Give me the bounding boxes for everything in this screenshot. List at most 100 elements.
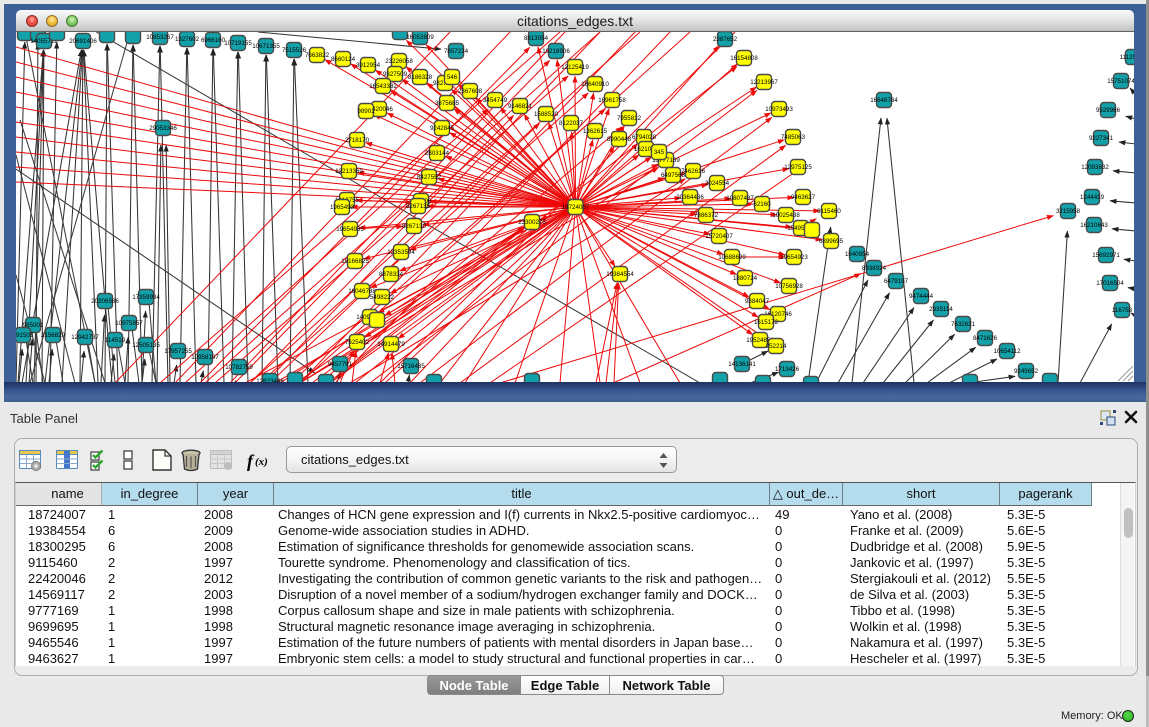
svg-text:20206586: 20206586 [91, 298, 119, 305]
svg-text:19166825: 19166825 [341, 258, 369, 265]
svg-text:8471626: 8471626 [973, 335, 998, 342]
svg-text:1244419: 1244419 [1080, 194, 1105, 201]
svg-text:16648784: 16648784 [870, 97, 898, 104]
svg-text:5498222: 5498222 [370, 294, 395, 301]
svg-text:15692971: 15692971 [1092, 252, 1120, 259]
svg-text:7886372: 7886372 [694, 212, 719, 219]
svg-text:1640954: 1640954 [845, 251, 870, 258]
svg-text:3215958: 3215958 [1056, 208, 1081, 215]
svg-text:3454749: 3454749 [483, 97, 508, 104]
svg-text:10756928: 10756928 [775, 283, 803, 290]
svg-text:8427552: 8427552 [417, 174, 442, 181]
svg-text:2718170: 2718170 [345, 137, 370, 144]
svg-text:8660124: 8660124 [331, 56, 356, 63]
svg-text:252214: 252214 [766, 343, 787, 350]
svg-text:7632621: 7632621 [951, 321, 976, 328]
svg-text:12353594: 12353594 [387, 249, 415, 256]
svg-text:9242845: 9242845 [430, 125, 455, 132]
svg-text:10782759: 10782759 [225, 364, 253, 371]
svg-text:7663822: 7663822 [305, 52, 330, 59]
svg-text:8186328: 8186328 [408, 74, 433, 81]
svg-text:11125419: 11125419 [1120, 54, 1134, 61]
svg-text:9384047: 9384047 [745, 298, 770, 305]
svg-text:10853267: 10853267 [146, 34, 174, 41]
svg-text:10807487: 10807487 [726, 195, 754, 202]
svg-text:20691406: 20691406 [69, 38, 97, 45]
svg-text:2803144: 2803144 [425, 150, 450, 157]
svg-text:1327602: 1327602 [175, 36, 200, 43]
svg-text:7625402: 7625402 [345, 339, 370, 346]
svg-text:(x): (x) [255, 456, 268, 468]
svg-text:16053809: 16053809 [406, 34, 434, 41]
svg-text:10688609: 10688609 [718, 254, 746, 261]
svg-text:3875685: 3875685 [435, 100, 460, 107]
svg-text:9529966: 9529966 [1096, 107, 1121, 114]
svg-text:546: 546 [447, 74, 458, 81]
svg-text:3912954: 3912954 [356, 62, 381, 69]
svg-text:62160: 62160 [753, 201, 771, 208]
svg-text:1713426: 1713426 [775, 366, 800, 373]
svg-text:8813054: 8813054 [524, 35, 549, 42]
svg-text:8122037: 8122037 [559, 120, 584, 127]
svg-text:19654935: 19654935 [336, 226, 364, 233]
svg-text:16961758: 16961758 [598, 97, 626, 104]
svg-text:7515526: 7515526 [282, 47, 307, 54]
svg-text:8267135: 8267135 [406, 203, 431, 210]
svg-text:23300275: 23300275 [518, 219, 546, 226]
svg-text:16543382: 16543382 [369, 83, 397, 90]
svg-text:9457791: 9457791 [328, 361, 353, 368]
svg-text:7485063: 7485063 [781, 134, 806, 141]
svg-text:20364436: 20364436 [676, 194, 704, 201]
svg-text:1965493: 1965493 [330, 204, 355, 211]
svg-text:10025438: 10025438 [772, 212, 800, 219]
svg-text:9463627: 9463627 [791, 194, 816, 201]
svg-text:2935114: 2935114 [929, 306, 953, 313]
svg-text:8938924: 8938924 [862, 265, 887, 272]
svg-text:10654112: 10654112 [993, 348, 1021, 355]
svg-text:391503: 391503 [16, 332, 34, 339]
svg-text:7462616: 7462616 [681, 168, 706, 175]
svg-text:18724007: 18724007 [562, 204, 590, 211]
svg-text:2367608: 2367608 [458, 88, 483, 95]
svg-text:12125419: 12125419 [561, 64, 589, 71]
svg-text:12213369: 12213369 [335, 168, 363, 175]
svg-text:9227341: 9227341 [1089, 135, 1114, 142]
svg-text:17957255: 17957255 [164, 348, 192, 355]
svg-text:345: 345 [654, 149, 665, 156]
svg-text:15720407: 15720407 [705, 233, 733, 240]
svg-text:9327509: 9327509 [383, 71, 408, 78]
svg-text:6479197: 6479197 [884, 278, 909, 285]
svg-text:19654923: 19654923 [780, 254, 808, 261]
svg-text:3024554: 3024554 [705, 180, 730, 187]
svg-text:10975857: 10975857 [115, 320, 143, 327]
svg-text:8878334: 8878334 [379, 271, 404, 278]
svg-text:12823446: 12823446 [256, 378, 284, 382]
svg-text:1880724: 1880724 [733, 275, 758, 282]
svg-text:12975125: 12975125 [784, 164, 812, 171]
svg-text:8267130: 8267130 [402, 223, 427, 230]
svg-text:10671355: 10671355 [252, 43, 280, 50]
svg-text:10958107: 10958107 [191, 354, 219, 361]
svg-text:19384554: 19384554 [606, 271, 634, 278]
svg-text:14136141: 14136141 [728, 361, 756, 368]
svg-text:9115460: 9115460 [817, 208, 841, 215]
svg-text:17016504: 17016504 [1096, 280, 1124, 287]
svg-text:6794028: 6794028 [632, 134, 657, 141]
svg-text:1362615: 1362615 [583, 128, 608, 135]
svg-text:10719155: 10719155 [224, 40, 252, 47]
svg-text:2387652: 2387652 [713, 36, 738, 43]
svg-text:8990448: 8990448 [607, 136, 632, 143]
svg-text:1615172: 1615172 [754, 319, 779, 326]
svg-text:17359934: 17359934 [132, 294, 160, 301]
svg-text:15751074: 15751074 [1107, 78, 1134, 85]
svg-text:9245652: 9245652 [1014, 368, 1039, 375]
svg-text:116753: 116753 [1112, 307, 1133, 314]
svg-text:12213967: 12213967 [750, 79, 778, 86]
svg-text:f: f [247, 451, 255, 471]
svg-text:98901: 98901 [357, 108, 375, 115]
svg-text:15716485: 15716485 [397, 363, 425, 370]
svg-text:12942737: 12942737 [71, 334, 99, 341]
svg-text:7955812: 7955812 [617, 115, 642, 122]
svg-text:16210643: 16210643 [1080, 222, 1108, 229]
svg-text:10973493: 10973493 [765, 106, 793, 113]
